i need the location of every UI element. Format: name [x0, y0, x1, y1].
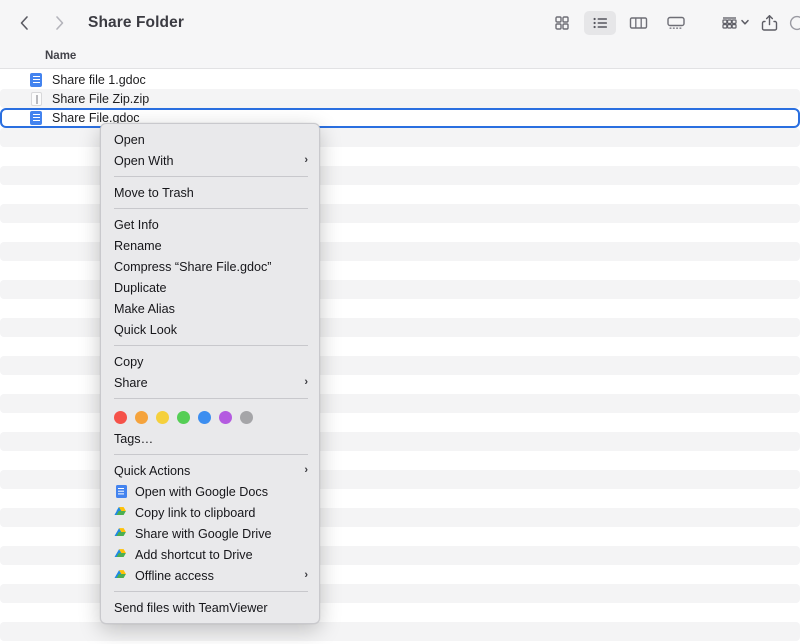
menu-separator: [114, 591, 308, 592]
chevron-down-icon: [740, 14, 750, 32]
menu-separator: [114, 176, 308, 177]
chevron-right-icon: ›: [304, 154, 308, 166]
menu-separator: [114, 345, 308, 346]
menu-item-open-with-google-docs[interactable]: Open with Google Docs: [101, 481, 319, 502]
chevron-right-icon: ›: [304, 464, 308, 476]
menu-item-duplicate[interactable]: Duplicate: [101, 277, 319, 298]
context-menu: Open Open With › Move to Trash Get Info …: [100, 123, 320, 624]
menu-item-open[interactable]: Open: [101, 129, 319, 150]
menu-item-get-info[interactable]: Get Info: [101, 214, 319, 235]
menu-item-make-alias[interactable]: Make Alias: [101, 298, 319, 319]
menu-separator: [114, 398, 308, 399]
menu-item-share-with-google-drive[interactable]: Share with Google Drive: [101, 523, 319, 544]
navigation-buttons: [18, 14, 66, 32]
file-name: Share file 1.gdoc: [52, 72, 146, 87]
menu-item-offline-access[interactable]: Offline access ›: [101, 565, 319, 586]
google-docs-icon: [114, 485, 128, 499]
menu-item-add-shortcut-to-drive[interactable]: Add shortcut to Drive: [101, 544, 319, 565]
more-options-button[interactable]: [786, 10, 800, 36]
google-drive-icon: [114, 569, 128, 583]
forward-icon[interactable]: [54, 14, 66, 32]
menu-item-tags[interactable]: Tags…: [101, 428, 319, 449]
gdoc-icon: [27, 111, 45, 125]
group-by-button[interactable]: [718, 10, 752, 36]
back-icon[interactable]: [18, 14, 30, 32]
list-item[interactable]: Share file 1.gdoc: [0, 70, 800, 89]
menu-item-quick-look[interactable]: Quick Look: [101, 319, 319, 340]
chevron-right-icon: ›: [304, 569, 308, 581]
tag-swatch-gray[interactable]: [240, 410, 253, 424]
tag-swatch-orange[interactable]: [135, 410, 148, 424]
menu-item-open-with[interactable]: Open With ›: [101, 150, 319, 171]
google-drive-icon: [114, 506, 128, 520]
zip-icon: [27, 91, 45, 106]
toolbar: Share Folder: [0, 0, 800, 45]
finder-window: Share Folder Name Share file 1.gdoc Shar…: [0, 0, 800, 644]
menu-item-copy-link-to-clipboard[interactable]: Copy link to clipboard: [101, 502, 319, 523]
google-drive-icon: [114, 527, 128, 541]
tag-color-swatches: [101, 404, 319, 428]
tag-swatch-red[interactable]: [114, 410, 127, 424]
google-drive-icon: [114, 548, 128, 562]
share-button[interactable]: [752, 10, 786, 36]
gdoc-icon: [27, 72, 45, 87]
menu-item-send-files-with-teamviewer[interactable]: Send files with TeamViewer: [101, 597, 319, 618]
page-title: Share Folder: [88, 13, 184, 31]
tag-swatch-purple[interactable]: [219, 410, 232, 424]
menu-item-compress[interactable]: Compress “Share File.gdoc”: [101, 256, 319, 277]
column-header-name[interactable]: Name: [45, 50, 76, 62]
column-header-bar: Name: [0, 45, 800, 69]
menu-separator: [114, 454, 308, 455]
tag-swatch-green[interactable]: [177, 410, 190, 424]
gallery-view-button[interactable]: [660, 11, 692, 35]
view-mode-segmented-control: [546, 10, 692, 35]
tag-swatch-yellow[interactable]: [156, 410, 169, 424]
file-name: Share File Zip.zip: [52, 91, 150, 106]
tag-swatch-blue[interactable]: [198, 410, 211, 424]
icon-view-button[interactable]: [546, 11, 578, 35]
chevron-right-icon: ›: [304, 376, 308, 388]
menu-item-share[interactable]: Share ›: [101, 372, 319, 393]
menu-item-copy[interactable]: Copy: [101, 351, 319, 372]
column-view-button[interactable]: [622, 11, 654, 35]
empty-row: [0, 622, 800, 641]
list-view-button[interactable]: [584, 10, 616, 35]
menu-item-quick-actions[interactable]: Quick Actions ›: [101, 460, 319, 481]
list-item[interactable]: Share File Zip.zip: [0, 89, 800, 108]
menu-item-rename[interactable]: Rename: [101, 235, 319, 256]
menu-item-move-to-trash[interactable]: Move to Trash: [101, 182, 319, 203]
menu-separator: [114, 208, 308, 209]
toolbar-right-group: [546, 0, 800, 45]
